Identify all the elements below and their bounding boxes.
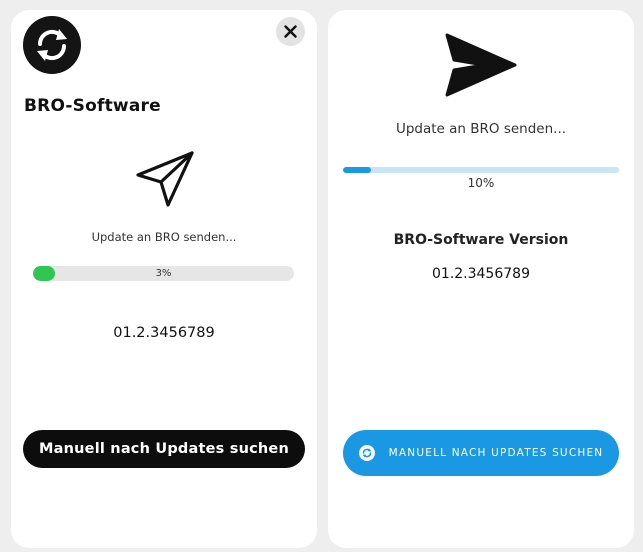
paper-plane-outline-icon [136, 151, 194, 207]
update-progress-card: Update an BRO senden... 10% BRO-Software… [328, 10, 634, 548]
version-label: BRO-Software Version [393, 232, 569, 248]
sync-icon [23, 16, 81, 74]
close-button[interactable] [276, 17, 305, 46]
progress-fill [343, 167, 371, 173]
progress-label: 3% [155, 268, 172, 279]
paper-plane-solid-icon [445, 33, 517, 97]
update-dialog-card: BRO-Software Update an BRO senden... 3% … [11, 10, 317, 548]
check-updates-label: MANUELL NACH UPDATES SUCHEN [388, 447, 604, 459]
status-text: Update an BRO senden... [91, 230, 237, 244]
progress-label: 10% [467, 176, 495, 190]
page-title: BRO-Software [24, 96, 161, 116]
check-updates-button[interactable]: MANUELL NACH UPDATES SUCHEN [343, 430, 619, 476]
refresh-icon [358, 445, 375, 461]
version-number: 01.2.3456789 [432, 266, 530, 282]
version-number: 01.2.3456789 [113, 325, 215, 341]
progress-bar [343, 167, 619, 173]
progress-bar: 3% [33, 266, 294, 281]
status-text: Update an BRO senden... [395, 121, 567, 137]
check-updates-button[interactable]: Manuell nach Updates suchen [23, 430, 305, 468]
close-icon [284, 25, 297, 38]
